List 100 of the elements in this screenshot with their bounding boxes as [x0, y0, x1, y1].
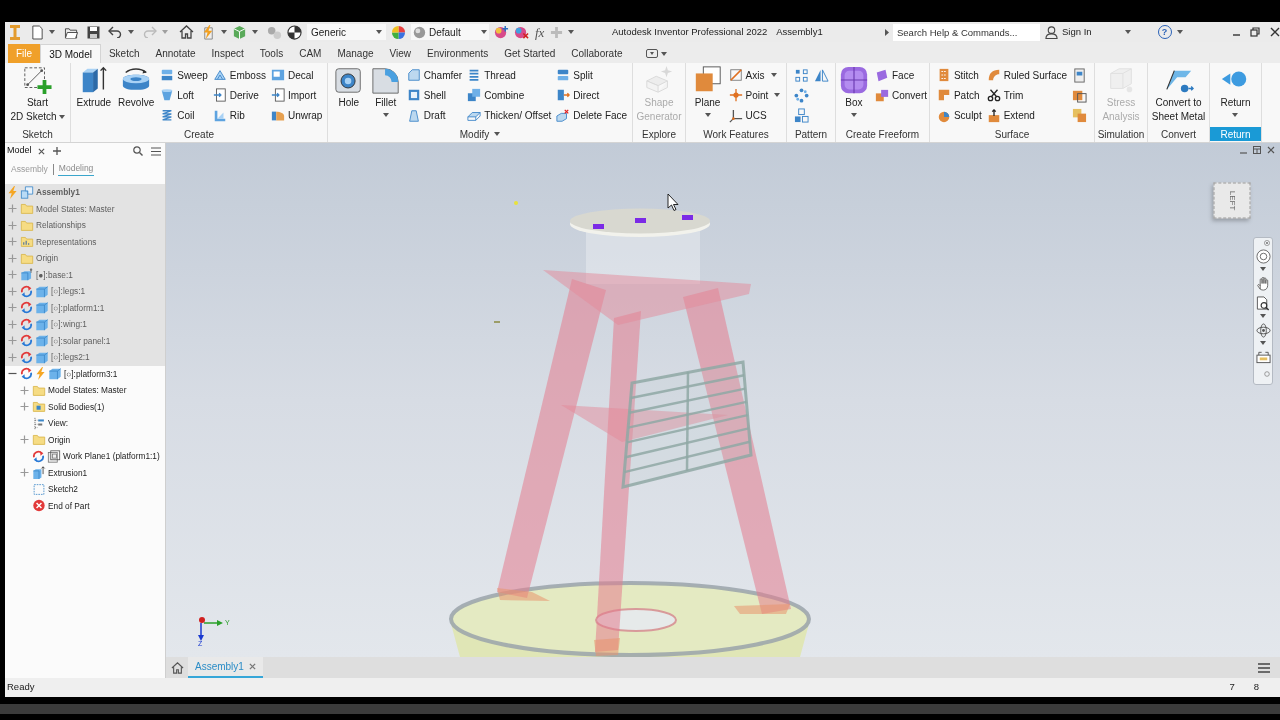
mirrored-triangles-icon[interactable]: [813, 67, 829, 83]
plus-icon[interactable]: [52, 147, 61, 155]
caret-icon[interactable]: [770, 73, 777, 78]
browser-tab[interactable]: Model: [7, 144, 45, 158]
tree-item[interactable]: [○]:solar panel:1: [51, 334, 111, 347]
caret-icon[interactable]: [494, 132, 501, 136]
appearance-dropdown[interactable]: Default: [411, 24, 489, 40]
color-sphere-plus-icon[interactable]: [494, 24, 509, 40]
tree-item[interactable]: Solid Bodies(1): [48, 400, 105, 413]
ribbon-tab[interactable]: Inspect: [203, 44, 252, 63]
face-button[interactable]: Face: [875, 65, 927, 86]
caret-icon[interactable]: [221, 30, 227, 34]
caret-icon[interactable]: [128, 30, 134, 34]
convert-to-sheet-metal-button[interactable]: Convert to Sheet Metal: [1150, 65, 1207, 124]
new-document-icon[interactable]: [31, 24, 44, 40]
caret-icon[interactable]: [851, 113, 857, 117]
start-2d-sketch-button[interactable]: Start 2D Sketch: [9, 65, 66, 124]
convert-button[interactable]: Convert: [875, 85, 927, 106]
box-button[interactable]: Box: [838, 65, 870, 117]
caret-icon[interactable]: [252, 30, 258, 34]
stitch-button[interactable]: Stitch: [936, 65, 982, 86]
menu-icon[interactable]: [151, 146, 161, 156]
derive-button[interactable]: Derive: [212, 85, 266, 106]
fillet-button[interactable]: Fillet: [369, 65, 402, 117]
draft-button[interactable]: Draft: [406, 105, 463, 126]
ucs-button[interactable]: UCS: [728, 105, 781, 126]
sign-in-button[interactable]: Sign In: [1045, 24, 1092, 40]
tree-item[interactable]: [○]:legs:1: [51, 285, 86, 298]
loft-button[interactable]: Loft: [160, 85, 208, 106]
folder-icon[interactable]: [64, 25, 79, 39]
tree-item[interactable]: Assembly1: [36, 186, 80, 199]
color-sphere-cross-icon[interactable]: [514, 24, 529, 40]
triangle-icon[interactable]: [885, 28, 889, 36]
rib-button[interactable]: Rib: [212, 105, 266, 126]
caret-icon[interactable]: [376, 30, 382, 34]
extrude-button[interactable]: Extrude: [75, 65, 113, 110]
parameters-button[interactable]: fx: [534, 25, 546, 39]
sculpt-button[interactable]: Sculpt: [936, 105, 982, 126]
coil-button[interactable]: Coil: [160, 105, 208, 126]
orbit-icon[interactable]: [1255, 323, 1271, 338]
tree-item[interactable]: Origin: [36, 252, 59, 265]
caret-icon[interactable]: [704, 113, 711, 117]
tree-item[interactable]: [○]:legs2:1: [51, 351, 90, 364]
view-cube[interactable]: LEFT: [1213, 182, 1251, 219]
ribbon-group-label[interactable]: Modify: [457, 127, 503, 141]
search-field[interactable]: Search Help & Commands...: [893, 23, 1040, 41]
panel-toggle-icon[interactable]: [646, 49, 659, 58]
close-icon[interactable]: [1267, 146, 1275, 154]
home-icon[interactable]: [179, 25, 194, 39]
search-icon[interactable]: [133, 146, 143, 156]
ruled-surface-button[interactable]: Ruled Surface: [986, 65, 1068, 86]
thicken-offset-button[interactable]: Thicken/ Offset: [467, 105, 552, 126]
caret-icon[interactable]: [1260, 267, 1266, 271]
undo-icon[interactable]: [108, 26, 123, 38]
circular-dots-icon[interactable]: [793, 88, 809, 103]
ribbon-tab[interactable]: Get Started: [496, 44, 564, 63]
ribbon-tab[interactable]: 3D Model: [40, 44, 101, 63]
ribbon-tab[interactable]: Annotate: [147, 44, 204, 63]
chamfer-button[interactable]: Chamfer: [406, 65, 463, 86]
decal-button[interactable]: Decal: [270, 65, 323, 86]
ribbon-tab[interactable]: Tools: [251, 44, 292, 63]
caret-icon[interactable]: [661, 51, 668, 56]
tree-item[interactable]: Model States: Master: [36, 202, 115, 215]
tree-item[interactable]: Extrusion1: [48, 466, 88, 479]
caret-icon[interactable]: [1232, 113, 1239, 117]
tree-item[interactable]: [○]:platform3:1: [64, 367, 118, 380]
offset-squares-icon[interactable]: [1072, 88, 1088, 103]
import-button[interactable]: Import: [270, 85, 323, 106]
color-wheel-icon[interactable]: [391, 24, 406, 40]
shell-button[interactable]: Shell: [406, 85, 463, 106]
restore-icon[interactable]: [1253, 146, 1261, 154]
grid-pattern-icon[interactable]: [793, 67, 809, 83]
pan-hand-icon[interactable]: [1256, 276, 1270, 291]
zoom-icon[interactable]: [1256, 296, 1270, 311]
revolve-button[interactable]: Revolve: [117, 65, 156, 110]
close-icon[interactable]: [1269, 27, 1280, 37]
tree-item[interactable]: End of Part: [48, 499, 90, 512]
square-pattern-icon[interactable]: [793, 108, 809, 124]
expand-icon[interactable]: [20, 385, 29, 395]
emboss-button[interactable]: Emboss: [212, 65, 266, 86]
caret-icon[interactable]: [1124, 30, 1131, 34]
tree-item[interactable]: View:: [48, 417, 69, 430]
caret-icon[interactable]: [58, 115, 65, 120]
checkered-circle-icon[interactable]: [287, 24, 302, 40]
save-icon[interactable]: [87, 25, 100, 39]
restore-icon[interactable]: [1249, 27, 1260, 37]
split-button[interactable]: Split: [556, 65, 628, 86]
sweep-button[interactable]: Sweep: [160, 65, 208, 86]
look-at-icon[interactable]: [1255, 350, 1271, 364]
box-icon[interactable]: [232, 24, 247, 40]
trim-button[interactable]: Trim: [986, 85, 1068, 106]
caret-icon[interactable]: [481, 30, 487, 34]
mode-toggle[interactable]: Modeling: [57, 162, 95, 176]
patch-button[interactable]: Patch: [936, 85, 982, 106]
stacked-squares-icon[interactable]: [1072, 108, 1088, 124]
ribbon-tab[interactable]: View: [381, 44, 420, 63]
thread-button[interactable]: Thread: [467, 65, 552, 86]
tree-item[interactable]: [●]:base:1: [36, 268, 73, 281]
material-dropdown[interactable]: Generic: [307, 24, 386, 40]
caret-icon[interactable]: [568, 30, 575, 34]
